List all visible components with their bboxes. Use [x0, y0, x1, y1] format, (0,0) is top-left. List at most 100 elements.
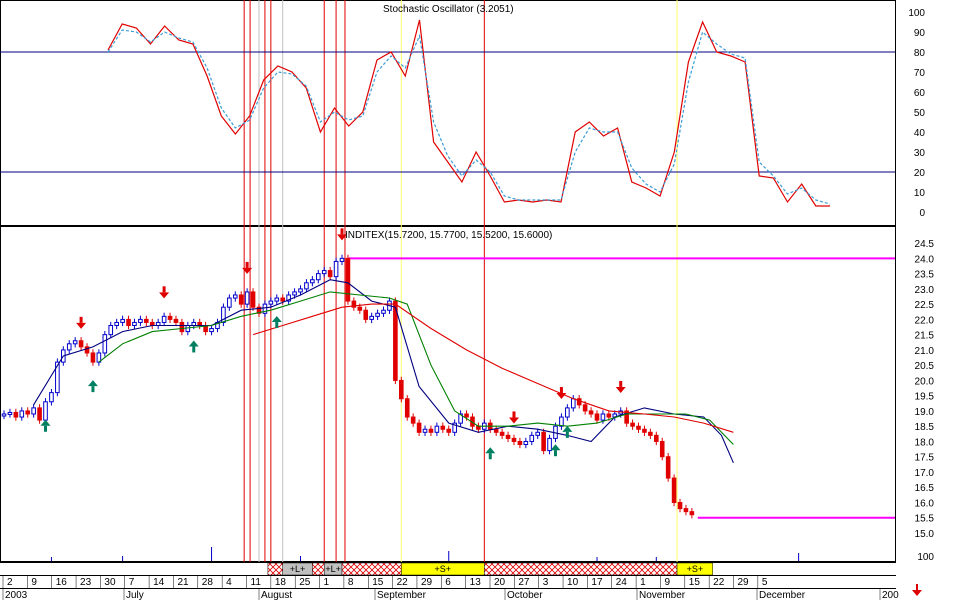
- candle-body: [665, 456, 671, 479]
- candle-body: [132, 321, 137, 326]
- candle-body: [375, 312, 380, 317]
- buy-arrow-stem: [275, 322, 279, 329]
- candle-body: [37, 407, 42, 421]
- neutral-band: [312, 562, 325, 576]
- candle-body: [120, 318, 125, 323]
- price-tick-label: 20.5: [915, 361, 935, 372]
- x-day-label: 24: [616, 577, 628, 588]
- price-tick-label: 16.0: [915, 498, 935, 509]
- x-day-label: 9: [31, 577, 37, 588]
- candle-body: [689, 511, 695, 516]
- candle-body: [523, 440, 529, 446]
- candle-body: [493, 428, 499, 433]
- candle-body: [345, 257, 351, 302]
- candle-body: [606, 413, 612, 418]
- candle-body: [1, 413, 7, 417]
- candle-body: [49, 392, 54, 403]
- x-month-label: September: [377, 590, 427, 600]
- candle-body: [268, 300, 274, 305]
- candle-body: [369, 315, 374, 320]
- x-month-label: 2003: [5, 590, 28, 600]
- candle-body: [179, 321, 185, 333]
- x-day-label: 22: [397, 577, 409, 588]
- candle-body: [600, 413, 606, 421]
- candle-body: [582, 404, 588, 412]
- candle-body: [232, 294, 238, 299]
- candle-body: [238, 294, 244, 305]
- band-label: +L+: [290, 564, 306, 574]
- x-day-label: 27: [518, 577, 530, 588]
- price-tick-label: 18.0: [915, 437, 935, 448]
- x-day-label: 7: [129, 577, 135, 588]
- x-day-label: 29: [421, 577, 433, 588]
- x-day-label: 29: [738, 577, 750, 588]
- candle-body: [25, 410, 31, 415]
- candle-body: [511, 437, 517, 442]
- candle-body: [410, 416, 416, 424]
- candle-body: [363, 309, 369, 320]
- oscillator-tick-label: 20: [914, 168, 926, 179]
- oscillator-tick-label: 30: [914, 148, 926, 159]
- neutral-band: [341, 562, 402, 576]
- neutral-band: [267, 562, 283, 576]
- candle-body: [31, 407, 36, 415]
- candle-body: [209, 328, 214, 333]
- candle-body: [642, 428, 647, 433]
- x-month-label: July: [126, 590, 144, 600]
- candle-body: [357, 306, 363, 311]
- x-month-label: August: [261, 590, 292, 600]
- candle-body: [404, 398, 410, 418]
- candle-body: [78, 340, 84, 348]
- x-day-label: 2: [7, 577, 13, 588]
- candle-body: [102, 334, 108, 354]
- candle-body: [292, 291, 297, 296]
- sell-arrow-stem: [512, 411, 516, 418]
- oscillator-tick-label: 80: [914, 48, 926, 59]
- neutral-band: [484, 562, 678, 576]
- candle-body: [227, 297, 232, 308]
- candle-body: [535, 431, 541, 436]
- price-panel: [0, 226, 896, 562]
- candle-body: [43, 401, 48, 421]
- oscillator-title: Stochastic Oscillator (3.2051): [383, 4, 514, 15]
- candle-body: [315, 273, 321, 281]
- x-day-label: 14: [153, 577, 165, 588]
- candle-body: [570, 398, 576, 409]
- candle-body: [659, 440, 665, 458]
- x-month-label: 200: [882, 590, 899, 600]
- candle-body: [90, 352, 96, 363]
- x-day-label: 9: [664, 577, 670, 588]
- oscillator-panel: [0, 0, 896, 226]
- oscillator-tick-label: 70: [914, 68, 926, 79]
- price-tick-label: 22.5: [915, 300, 935, 311]
- buy-arrow-stem: [44, 425, 48, 432]
- x-day-label: 13: [470, 577, 482, 588]
- x-day-label: 17: [591, 577, 603, 588]
- candle-body: [505, 434, 511, 439]
- candle-body: [517, 440, 523, 446]
- candle-body: [161, 315, 167, 323]
- candle-body: [138, 318, 143, 323]
- band-label: +S+: [435, 564, 452, 574]
- price-tick-label: 19.5: [915, 392, 935, 403]
- price-tick-label: 21.5: [915, 331, 935, 342]
- x-day-label: 8: [348, 577, 354, 588]
- buy-arrow-stem: [192, 346, 196, 353]
- candle-body: [440, 425, 446, 430]
- x-day-label: 5: [762, 577, 768, 588]
- candle-body: [244, 291, 250, 305]
- sell-arrow-stem: [162, 286, 166, 293]
- candle-body: [7, 411, 13, 415]
- oscillator-tick-label: 60: [914, 88, 926, 99]
- candle-body: [13, 411, 19, 418]
- candle-body: [446, 428, 452, 433]
- candle-body: [108, 324, 114, 336]
- x-day-label: 1: [640, 577, 646, 588]
- candle-body: [588, 410, 594, 415]
- price-tick-label: 24.5: [915, 239, 935, 250]
- sell-arrow-stem: [559, 387, 563, 394]
- oscillator-tick-label: 50: [914, 108, 926, 119]
- x-day-label: 15: [372, 577, 384, 588]
- x-month-label: December: [759, 590, 806, 600]
- price-tick-label: 20.0: [915, 376, 935, 387]
